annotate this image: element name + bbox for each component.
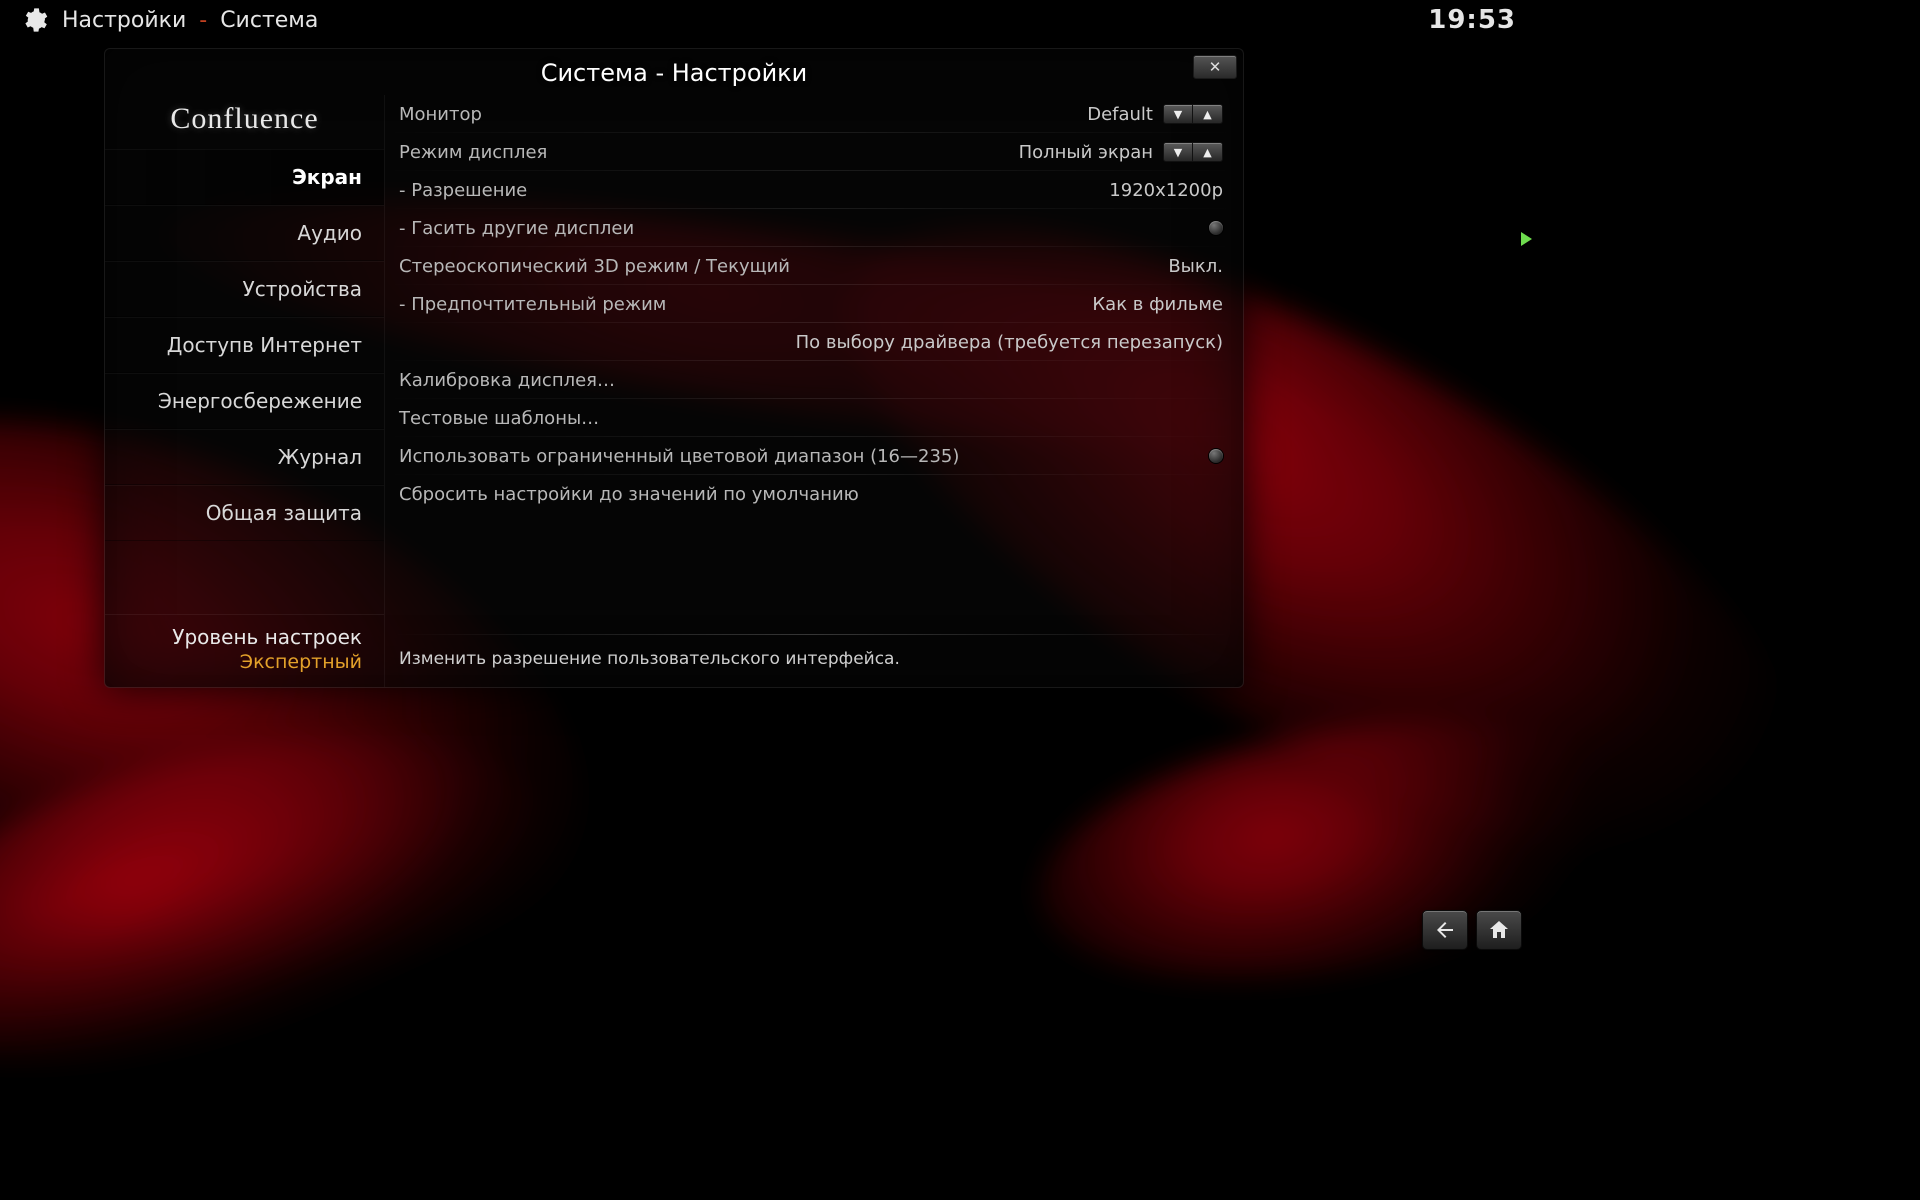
setting-row[interactable]: Калибровка дисплея…	[385, 361, 1237, 399]
setting-row[interactable]: - Разрешение 1920x1200p	[385, 171, 1237, 209]
radio-toggle[interactable]	[1209, 449, 1223, 463]
settings-level-value: Экспертный	[113, 651, 362, 673]
settings-level[interactable]: Уровень настроек Экспертный	[105, 614, 384, 687]
sidebar-item-label: Энергосбережение	[158, 389, 362, 413]
confluence-logo: Confluence	[105, 95, 384, 143]
gear-icon	[20, 6, 48, 34]
sidebar-item-label: Устройства	[243, 277, 362, 301]
setting-label: Использовать ограниченный цветовой диапа…	[399, 446, 959, 467]
sidebar-item[interactable]: Аудио	[105, 205, 384, 261]
breadcrumb: Настройки - Система 19:53	[0, 0, 1536, 40]
sidebar-item-label: Доступ	[167, 334, 242, 357]
window-title: Система - Настройки	[105, 49, 1243, 95]
sidebar-item[interactable]: Энергосбережение	[105, 373, 384, 429]
sidebar-item-label: Журнал	[278, 445, 362, 469]
setting-label: Стереоскопический 3D режим / Текущий	[399, 256, 790, 277]
hint-text: Изменить разрешение пользовательского ин…	[385, 635, 1237, 687]
close-button[interactable]: ✕	[1193, 55, 1237, 79]
breadcrumb-leaf: Система	[220, 8, 318, 33]
setting-row[interactable]: Тестовые шаблоны…	[385, 399, 1237, 437]
settings-content: Монитор Default ▼▲ Режим дисплея Полный экра…	[385, 95, 1243, 687]
spinner-down-button[interactable]: ▼	[1163, 142, 1193, 162]
setting-row[interactable]: Использовать ограниченный цветовой диапа…	[385, 437, 1237, 475]
setting-label: - Гасить другие дисплеи	[399, 218, 634, 239]
setting-row[interactable]: Стереоскопический 3D режим / Текущий Выкл…	[385, 247, 1237, 285]
spinner: ▼▲	[1163, 104, 1223, 124]
setting-value: По выбору драйвера (требуется перезапуск…	[796, 332, 1223, 353]
setting-value: Выкл.	[1168, 256, 1223, 277]
close-icon: ✕	[1209, 58, 1222, 76]
spinner-up-button[interactable]: ▲	[1193, 104, 1223, 124]
setting-row[interactable]: - Гасить другие дисплеи	[385, 209, 1237, 247]
home-button[interactable]	[1476, 910, 1522, 950]
setting-label: Сбросить настройки до значений по умолча…	[399, 484, 859, 505]
sidebar-item[interactable]: Экран	[105, 149, 384, 205]
settings-window: ✕ Система - Настройки Confluence Экран Ау…	[104, 48, 1244, 688]
breadcrumb-separator: -	[192, 8, 214, 33]
setting-label: Тестовые шаблоны…	[399, 408, 599, 429]
spinner-down-button[interactable]: ▼	[1163, 104, 1193, 124]
setting-row[interactable]: Режим дисплея Полный экран ▼▲	[385, 133, 1237, 171]
setting-label: - Предпочтительный режим	[399, 294, 666, 315]
setting-value: Как в фильме	[1092, 294, 1223, 315]
setting-label: Режим дисплея	[399, 142, 547, 163]
setting-row[interactable]: Монитор Default ▼▲	[385, 95, 1237, 133]
sidebar-item-label: в Интернет	[242, 334, 362, 357]
home-icon	[1487, 918, 1511, 942]
setting-row[interactable]: По выбору драйвера (требуется перезапуск…	[385, 323, 1237, 361]
setting-value: 1920x1200p	[1109, 180, 1223, 201]
sidebar-item-label: Общая защита	[206, 501, 362, 525]
sidebar-item-label: Экран	[292, 165, 362, 189]
setting-row[interactable]: Сбросить настройки до значений по умолча…	[385, 475, 1237, 513]
cursor-indicator-icon	[1521, 232, 1532, 246]
spinner-up-button[interactable]: ▲	[1193, 142, 1223, 162]
sidebar-item-label: Аудио	[297, 221, 362, 245]
setting-label: Монитор	[399, 104, 482, 125]
breadcrumb-root: Настройки	[62, 8, 186, 33]
setting-value: Default	[1087, 104, 1153, 125]
setting-row[interactable]: - Предпочтительный режим Как в фильме	[385, 285, 1237, 323]
clock: 19:53	[1428, 5, 1516, 35]
sidebar-item[interactable]: Журнал	[105, 429, 384, 485]
settings-level-label: Уровень настроек	[113, 625, 362, 649]
radio-toggle[interactable]	[1209, 221, 1223, 235]
setting-label: Калибровка дисплея…	[399, 370, 615, 391]
sidebar-item[interactable]: Устройства	[105, 261, 384, 317]
sidebar: Confluence Экран Аудио Устройства Доступв И…	[105, 95, 385, 687]
setting-label: - Разрешение	[399, 180, 527, 201]
setting-value: Полный экран	[1019, 142, 1153, 163]
sidebar-item[interactable]: Доступв Интернет	[105, 317, 384, 373]
back-button[interactable]	[1422, 910, 1468, 950]
sidebar-item[interactable]: Общая защита	[105, 485, 384, 541]
spinner: ▼▲	[1163, 142, 1223, 162]
arrow-left-icon	[1433, 918, 1457, 942]
